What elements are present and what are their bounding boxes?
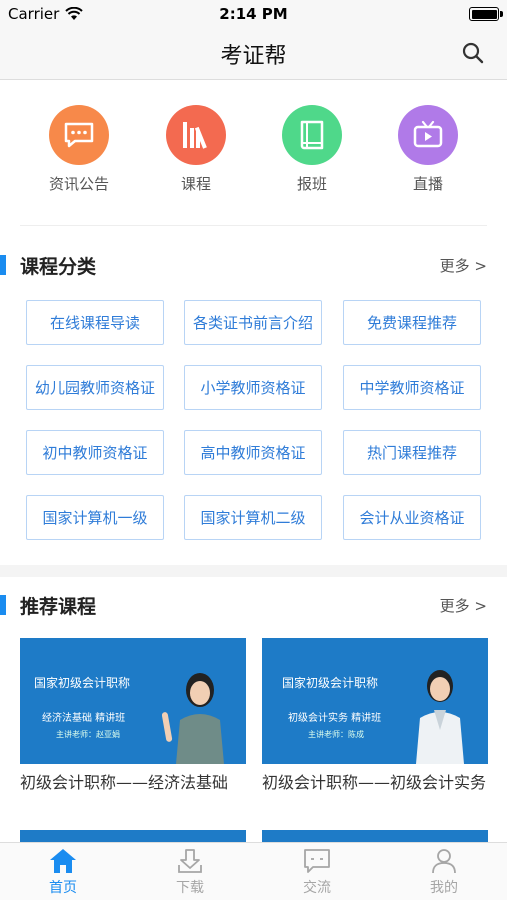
thumb-teacher: 主讲老师：陈成 (308, 730, 364, 739)
categories-header: 课程分类 更多 > (0, 250, 507, 280)
navigation-bar: 考证帮 (0, 28, 507, 80)
thumb-subheading: 经济法基础 精讲班 (42, 713, 126, 724)
tab-home[interactable]: 首页 (0, 847, 126, 897)
battery-icon (469, 7, 503, 21)
thumb-heading: 国家初级会计职称 (34, 676, 131, 690)
tv-icon-circle (398, 105, 458, 165)
tab-download[interactable]: 下载 (127, 847, 253, 897)
section-separator (0, 565, 507, 577)
teacher-photo (416, 670, 464, 764)
category-button[interactable]: 初中教师资格证 (26, 430, 164, 475)
category-button[interactable]: 国家计算机一级 (26, 495, 164, 540)
course-title[interactable]: 初级会计职称——经济法基础 (20, 770, 246, 796)
tab-label: 我的 (430, 880, 458, 896)
books-icon (183, 122, 207, 149)
teacher-photo (162, 673, 224, 764)
section-accent-bar (0, 255, 6, 275)
quick-menu-courses[interactable]: 课程 (146, 100, 246, 194)
categories-more-link[interactable]: 更多 > (440, 255, 487, 276)
tab-me[interactable]: 我的 (381, 847, 507, 897)
chat-icon (64, 122, 94, 148)
quick-menu-live[interactable]: 直播 (378, 100, 478, 194)
thumb-subheading: 初级会计实务 精讲班 (288, 713, 382, 724)
tab-label: 下载 (176, 880, 204, 896)
tab-label: 交流 (303, 880, 331, 896)
user-icon (432, 849, 456, 874)
chat-icon-circle (49, 105, 109, 165)
quick-menu-label: 课程 (180, 175, 211, 193)
category-button[interactable]: 幼儿园教师资格证 (26, 365, 164, 410)
course-card[interactable]: 国家初级会计职称 经济法基础 精讲班 主讲老师：赵亚娟 初级会计职称——经济法基… (20, 638, 246, 796)
category-button[interactable]: 中学教师资格证 (343, 365, 481, 410)
category-button[interactable]: 高中教师资格证 (184, 430, 322, 475)
category-button[interactable]: 各类证书前言介绍 (184, 300, 322, 345)
quick-menu: 资讯公告 课程 报班 直播 (0, 100, 507, 200)
category-button[interactable]: 会计从业资格证 (343, 495, 481, 540)
category-button[interactable]: 在线课程导读 (26, 300, 164, 345)
category-button[interactable]: 热门课程推荐 (343, 430, 481, 475)
quick-menu-label: 报班 (296, 175, 327, 193)
divider (20, 225, 487, 226)
course-thumbnail[interactable]: 国家初级会计职称 初级会计实务 精讲班 主讲老师：陈成 (262, 638, 488, 764)
tab-discuss[interactable]: 交流 (254, 847, 380, 897)
download-icon (178, 849, 202, 873)
tab-label: 首页 (49, 880, 77, 896)
quick-menu-news[interactable]: 资讯公告 (29, 100, 129, 194)
section-title: 推荐课程 (20, 596, 97, 618)
section-title: 课程分类 (20, 256, 97, 278)
category-button[interactable]: 免费课程推荐 (343, 300, 481, 345)
search-button[interactable] (461, 41, 485, 65)
books-icon-circle (166, 105, 226, 165)
book-icon-circle (282, 105, 342, 165)
status-time: 2:14 PM (219, 5, 288, 23)
course-title[interactable]: 初级会计职称——初级会计实务 (262, 770, 488, 796)
quick-menu-enroll[interactable]: 报班 (262, 100, 362, 194)
search-icon (462, 42, 484, 64)
status-bar: Carrier 2:14 PM (0, 0, 507, 28)
message-icon (304, 849, 330, 873)
thumb-heading: 国家初级会计职称 (282, 676, 379, 690)
tab-bar: 首页 下载 交流 我的 (0, 842, 507, 900)
recommended-header: 推荐课程 更多 > (0, 590, 507, 620)
course-thumbnail[interactable]: 国家初级会计职称 经济法基础 精讲班 主讲老师：赵亚娟 (20, 638, 246, 764)
page-title: 考证帮 (220, 44, 287, 69)
course-card[interactable]: 国家初级会计职称 初级会计实务 精讲班 主讲老师：陈成 初级会计职称——初级会计… (262, 638, 488, 796)
home-icon (50, 849, 76, 873)
recommended-more-link[interactable]: 更多 > (440, 595, 487, 616)
category-button[interactable]: 小学教师资格证 (184, 365, 322, 410)
tv-icon (413, 120, 443, 148)
section-accent-bar (0, 595, 6, 615)
book-icon (300, 120, 324, 150)
quick-menu-label: 直播 (412, 175, 443, 193)
category-button[interactable]: 国家计算机二级 (184, 495, 322, 540)
thumb-teacher: 主讲老师：赵亚娟 (56, 730, 120, 739)
quick-menu-label: 资讯公告 (48, 175, 109, 193)
